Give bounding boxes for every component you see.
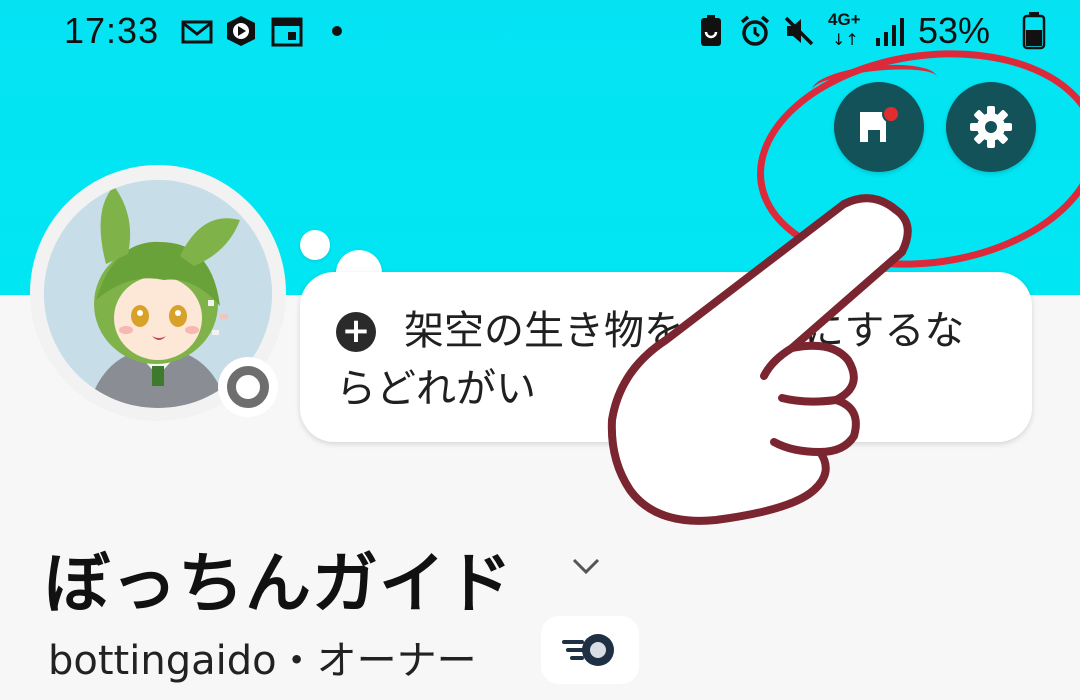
chevron-down-icon[interactable]	[568, 550, 604, 580]
calendar-icon	[271, 17, 303, 47]
threads-icon	[562, 634, 614, 666]
battery-icon	[1022, 12, 1046, 50]
profile-handle: bottingaido・オーナー	[48, 638, 477, 684]
battery-percent: 53%	[918, 10, 991, 51]
signal-icon	[876, 18, 904, 46]
thought-dot-small	[300, 230, 330, 260]
play-app-icon	[227, 16, 255, 46]
profile-name: ぼっちんガイド	[44, 545, 513, 622]
dot-icon	[332, 26, 342, 36]
shop-button[interactable]	[834, 82, 924, 172]
notification-dot	[882, 105, 900, 123]
threads-badge-button[interactable]	[541, 616, 639, 684]
battery-saver-icon	[701, 15, 721, 46]
mail-icon	[181, 20, 213, 44]
gear-icon	[970, 106, 1012, 148]
status-indicator[interactable]	[218, 357, 278, 417]
network-arrows: ↓↑	[832, 30, 859, 49]
mute-icon	[784, 16, 814, 46]
network-4g-icon: 4G+	[828, 10, 861, 29]
shop-icon	[860, 105, 900, 142]
status-ring-icon	[227, 366, 269, 408]
alarm-icon	[740, 15, 770, 46]
settings-button[interactable]	[946, 82, 1036, 172]
pointing-hand-illustration	[607, 194, 912, 525]
status-time: 17:33	[64, 10, 160, 51]
